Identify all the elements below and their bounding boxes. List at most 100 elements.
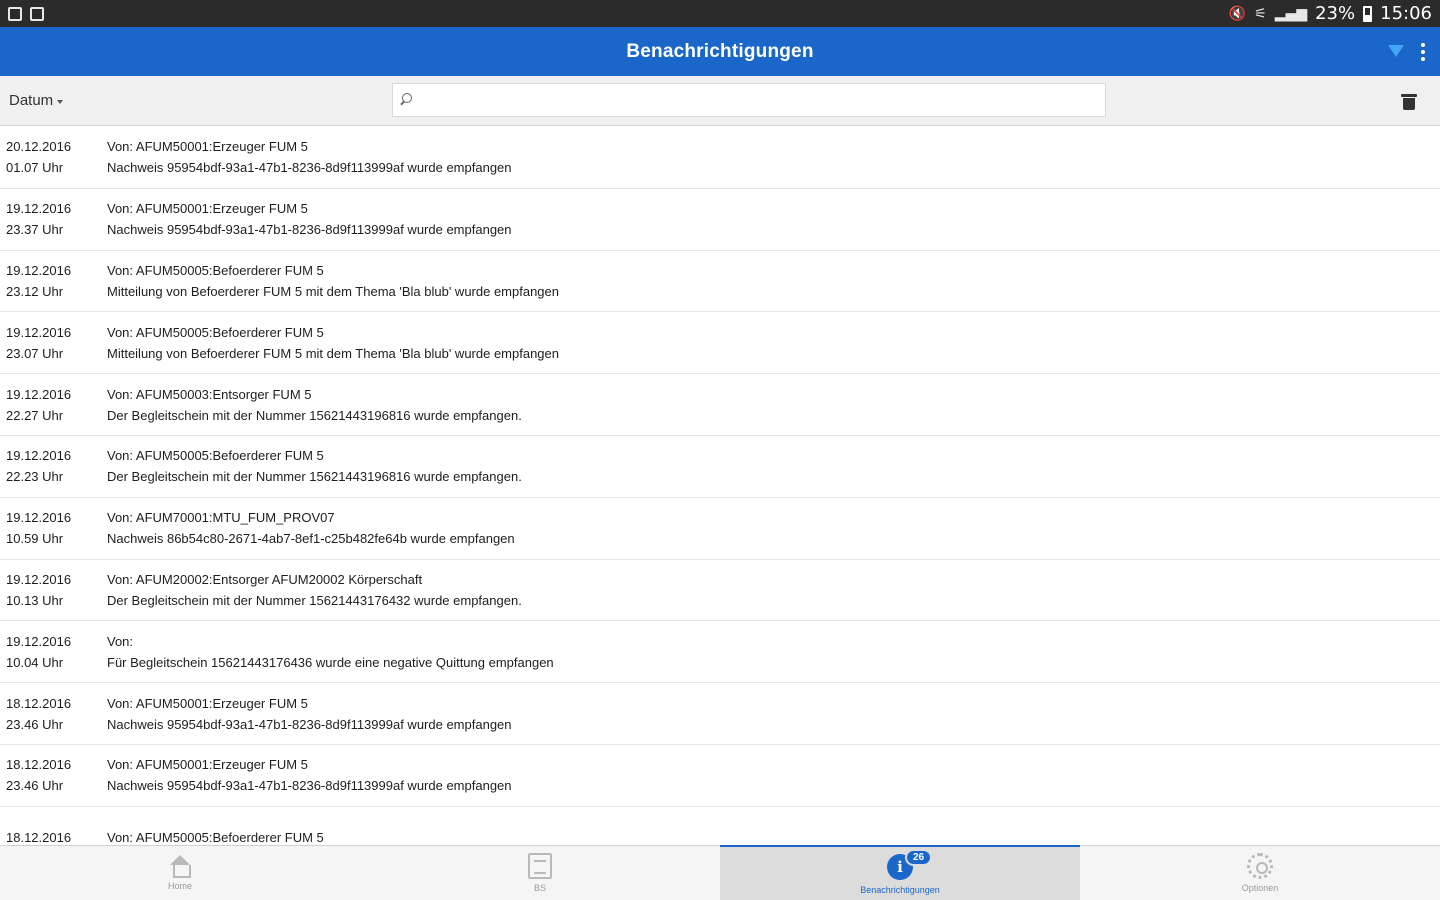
page-title: Benachrichtigungen xyxy=(626,40,814,62)
notification-content: Von: AFUM20002:Entsorger AFUM20002 Körpe… xyxy=(107,569,1440,611)
notification-row[interactable]: 19.12.2016 23.12 Uhr Von: AFUM50005:Befoer… xyxy=(0,251,1440,313)
notification-message: Nachweis 95954bdf-93a1-47b1-8236-8d9f113… xyxy=(107,222,512,238)
notification-date: 19.12.2016 xyxy=(6,262,72,278)
notification-message: Der Begleitschein mit der Nummer 1562144… xyxy=(107,592,522,608)
notification-message: Mitteilung von Befoerderer FUM 5 mit dem… xyxy=(107,283,559,299)
notification-row[interactable]: 18.12.2016 23.46 Uhr Von: AFUM50001:Erzeug… xyxy=(0,745,1440,807)
notification-date: 19.12.2016 xyxy=(6,571,72,587)
notification-row[interactable]: 19.12.2016 22.27 Uhr Von: AFUM50003:Entsor… xyxy=(0,374,1440,436)
notification-timestamp: 19.12.2016 23.12 Uhr xyxy=(0,260,107,302)
notification-date: 19.12.2016 xyxy=(6,324,72,340)
notification-time: 01.07 Uhr xyxy=(6,160,64,176)
notification-content: Von: AFUM50005:Befoerderer FUM 5 Mitteilu… xyxy=(107,260,1440,302)
notification-date: 19.12.2016 xyxy=(6,510,72,526)
document-icon xyxy=(528,853,552,879)
nav-home[interactable]: Home xyxy=(0,846,360,900)
connection-icon[interactable] xyxy=(1386,44,1406,59)
notification-message: Der Begleitschein mit der Nummer 1562144… xyxy=(107,407,522,423)
search-box[interactable] xyxy=(392,83,1106,117)
nav-notifications-label: Benachrichtigungen xyxy=(860,884,940,895)
notification-timestamp: 19.12.2016 10.04 Uhr xyxy=(0,631,107,673)
notification-timestamp: 19.12.2016 23.07 Uhr xyxy=(0,322,107,364)
notification-date: 19.12.2016 xyxy=(6,448,72,464)
nav-options[interactable]: Optionen xyxy=(1080,846,1440,900)
notification-icon xyxy=(8,6,22,21)
notification-time: 10.04 Uhr xyxy=(6,654,64,670)
notification-time: 23.07 Uhr xyxy=(6,345,64,361)
notification-sender: Von: AFUM50005:Befoerderer FUM 5 xyxy=(107,829,324,845)
notification-row[interactable]: 20.12.2016 01.07 Uhr Von: AFUM50001:Erzeug… xyxy=(0,127,1440,189)
notification-date: 18.12.2016 xyxy=(6,829,72,845)
status-bar: 🔇 ⚟ ▂▄▆ 23% 15:06 xyxy=(0,0,1440,27)
gallery-icon xyxy=(30,6,44,21)
notification-content: Von: AFUM50005:Befoerderer FUM 5 Der Begl… xyxy=(107,445,1440,487)
notification-sender: Von: AFUM20002:Entsorger AFUM20002 Körpe… xyxy=(107,571,423,587)
sort-dropdown[interactable]: Datum xyxy=(9,92,129,109)
notification-message: Der Begleitschein mit der Nummer 1562144… xyxy=(107,469,522,485)
notification-content: Von: AFUM70001:MTU_FUM_PROV07 Nachweis 86… xyxy=(107,507,1440,549)
notification-sender: Von: AFUM50001:Erzeuger FUM 5 xyxy=(107,757,308,773)
nav-options-label: Optionen xyxy=(1241,883,1279,893)
notification-date: 19.12.2016 xyxy=(6,386,72,402)
notification-sender: Von: AFUM50005:Befoerderer FUM 5 xyxy=(107,262,324,278)
notification-time: 10.59 Uhr xyxy=(6,531,64,547)
gear-icon xyxy=(1247,853,1273,879)
delete-all-icon[interactable] xyxy=(1401,94,1417,110)
notification-timestamp: 19.12.2016 22.27 Uhr xyxy=(0,384,107,426)
notification-timestamp: 19.12.2016 10.13 Uhr xyxy=(0,569,107,611)
notification-time: 10.13 Uhr xyxy=(6,592,64,608)
notification-row[interactable]: 19.12.2016 10.04 Uhr Von: Für Begleitschein… xyxy=(0,621,1440,684)
notification-time: 22.27 Uhr xyxy=(6,407,64,423)
notification-timestamp: 18.12.2016 23.46 Uhr xyxy=(0,693,107,735)
notification-content: Von: Für Begleitschein 15621443176436 wur… xyxy=(107,631,1440,673)
notification-timestamp: 19.12.2016 23.37 Uhr xyxy=(0,198,107,240)
notification-date: 18.12.2016 xyxy=(6,757,72,773)
sort-label: Datum xyxy=(9,92,54,109)
search-input[interactable] xyxy=(419,92,1105,108)
notification-message: Nachweis 86b54c80-2671-4ab7-8ef1-c25b482… xyxy=(107,531,515,547)
filter-toolbar: Datum xyxy=(0,76,1440,126)
mute-icon: 🔇 xyxy=(1228,5,1247,22)
notification-message: Nachweis 95954bdf-93a1-47b1-8236-8d9f113… xyxy=(107,778,512,794)
notification-content: Von: AFUM50005:Befoerderer FUM 5 xyxy=(107,827,1440,845)
notification-timestamp: 19.12.2016 10.59 Uhr xyxy=(0,507,107,549)
notification-content: Von: AFUM50001:Erzeuger FUM 5 Nachweis 95… xyxy=(107,198,1440,240)
nav-notifications[interactable]: i 26 Benachrichtigungen xyxy=(720,845,1080,900)
nav-documents-label: BS xyxy=(533,883,546,893)
notification-message: Nachweis 95954bdf-93a1-47b1-8236-8d9f113… xyxy=(107,716,512,732)
notification-content: Von: AFUM50005:Befoerderer FUM 5 Mitteilu… xyxy=(107,322,1440,364)
home-icon xyxy=(169,855,191,878)
notification-sender: Von: AFUM50005:Befoerderer FUM 5 xyxy=(107,324,324,340)
notification-sender: Von: AFUM50003:Entsorger FUM 5 xyxy=(107,386,312,402)
notification-row[interactable]: 19.12.2016 23.07 Uhr Von: AFUM50005:Befoer… xyxy=(0,312,1440,375)
notification-time: 23.12 Uhr xyxy=(6,283,64,299)
signal-icon: ▂▄▆ xyxy=(1274,5,1308,22)
notification-content: Von: AFUM50001:Erzeuger FUM 5 Nachweis 95… xyxy=(107,136,1440,178)
notification-sender: Von: AFUM50005:Befoerderer FUM 5 xyxy=(107,448,324,464)
notification-list: 20.12.2016 01.07 Uhr Von: AFUM50001:Erzeug… xyxy=(0,127,1440,845)
notification-row[interactable]: 19.12.2016 22.23 Uhr Von: AFUM50005:Befoer… xyxy=(0,436,1440,498)
notification-date: 19.12.2016 xyxy=(6,633,72,649)
notification-content: Von: AFUM50001:Erzeuger FUM 5 Nachweis 95… xyxy=(107,693,1440,735)
overflow-menu-icon[interactable] xyxy=(1420,42,1426,61)
notification-sender: Von: AFUM50001:Erzeuger FUM 5 xyxy=(107,695,308,711)
notification-time: 23.46 Uhr xyxy=(6,716,64,732)
notification-row[interactable]: 19.12.2016 10.13 Uhr Von: AFUM20002:Entsor… xyxy=(0,560,1440,622)
notification-content: Von: AFUM50001:Erzeuger FUM 5 Nachweis 95… xyxy=(107,754,1440,796)
notification-row[interactable]: 18.12.2016 23.46 Uhr Von: AFUM50001:Erzeug… xyxy=(0,683,1440,745)
nav-documents[interactable]: BS xyxy=(360,846,720,900)
battery-percent: 23% xyxy=(1315,3,1356,24)
notification-sender: Von: xyxy=(107,633,134,649)
notification-time: 23.37 Uhr xyxy=(6,222,64,238)
wifi-status-icon: ⚟ xyxy=(1254,5,1267,22)
notification-message: Für Begleitschein 15621443176436 wurde e… xyxy=(107,654,554,670)
notification-row[interactable]: 18.12.2016 Von: AFUM50005:Befoerderer FUM… xyxy=(0,807,1440,845)
notification-row[interactable]: 19.12.2016 23.37 Uhr Von: AFUM50001:Erzeug… xyxy=(0,189,1440,251)
notification-row[interactable]: 19.12.2016 10.59 Uhr Von: AFUM70001:MTU_FU… xyxy=(0,498,1440,560)
notification-timestamp: 18.12.2016 xyxy=(0,827,107,845)
chevron-down-icon xyxy=(57,99,64,104)
notification-time: 22.23 Uhr xyxy=(6,469,64,485)
notification-message: Nachweis 95954bdf-93a1-47b1-8236-8d9f113… xyxy=(107,160,512,176)
notification-sender: Von: AFUM50001:Erzeuger FUM 5 xyxy=(107,139,308,155)
notification-content: Von: AFUM50003:Entsorger FUM 5 Der Beglei… xyxy=(107,384,1440,426)
